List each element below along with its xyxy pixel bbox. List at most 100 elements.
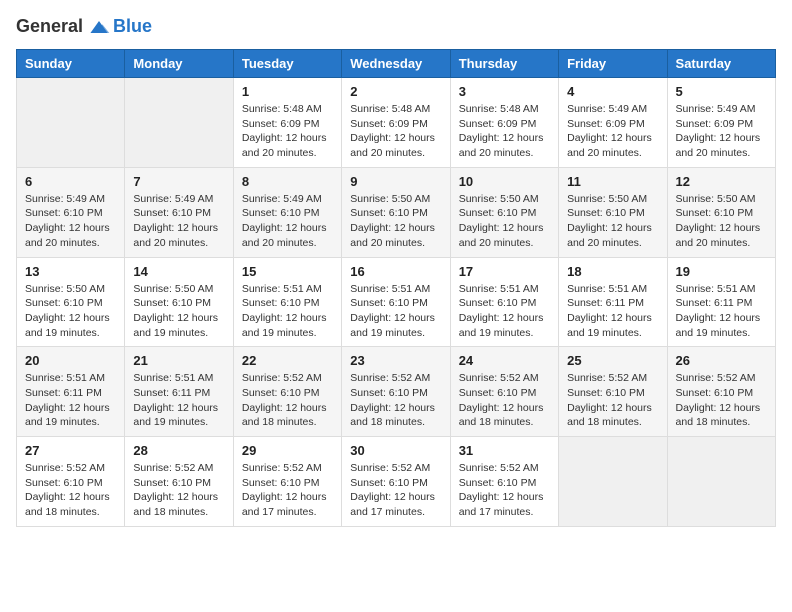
calendar-header-tuesday: Tuesday: [233, 50, 341, 78]
calendar-cell: 23 Sunrise: 5:52 AMSunset: 6:10 PMDayligh…: [342, 347, 450, 437]
day-info: Sunrise: 5:52 AMSunset: 6:10 PMDaylight:…: [459, 461, 550, 520]
calendar-header-wednesday: Wednesday: [342, 50, 450, 78]
calendar-cell: 7 Sunrise: 5:49 AMSunset: 6:10 PMDaylight…: [125, 167, 233, 257]
day-info: Sunrise: 5:52 AMSunset: 6:10 PMDaylight:…: [567, 371, 658, 430]
day-number: 19: [676, 264, 767, 279]
day-info: Sunrise: 5:50 AMSunset: 6:10 PMDaylight:…: [25, 282, 116, 341]
calendar-cell: 3 Sunrise: 5:48 AMSunset: 6:09 PMDaylight…: [450, 78, 558, 168]
calendar-cell: 26 Sunrise: 5:52 AMSunset: 6:10 PMDayligh…: [667, 347, 775, 437]
calendar-cell: 30Sunrise: 5:52 AMSunset: 6:10 PMDayligh…: [342, 437, 450, 527]
day-info: Sunrise: 5:51 AMSunset: 6:11 PMDaylight:…: [567, 282, 658, 341]
day-info: Sunrise: 5:52 AMSunset: 6:10 PMDaylight:…: [133, 461, 224, 520]
day-info: Sunrise: 5:49 AMSunset: 6:09 PMDaylight:…: [676, 102, 767, 161]
day-info: Sunrise: 5:51 AMSunset: 6:11 PMDaylight:…: [133, 371, 224, 430]
day-number: 26: [676, 353, 767, 368]
calendar-cell: [17, 78, 125, 168]
day-number: 2: [350, 84, 441, 99]
day-number: 23: [350, 353, 441, 368]
day-info: Sunrise: 5:48 AMSunset: 6:09 PMDaylight:…: [242, 102, 333, 161]
calendar-cell: 15 Sunrise: 5:51 AMSunset: 6:10 PMDayligh…: [233, 257, 341, 347]
calendar-header-friday: Friday: [559, 50, 667, 78]
calendar-cell: 1 Sunrise: 5:48 AMSunset: 6:09 PMDaylight…: [233, 78, 341, 168]
day-info: Sunrise: 5:48 AMSunset: 6:09 PMDaylight:…: [459, 102, 550, 161]
calendar-header-saturday: Saturday: [667, 50, 775, 78]
calendar-cell: 24 Sunrise: 5:52 AMSunset: 6:10 PMDayligh…: [450, 347, 558, 437]
calendar-cell: [125, 78, 233, 168]
calendar-cell: 4 Sunrise: 5:49 AMSunset: 6:09 PMDaylight…: [559, 78, 667, 168]
calendar-week-5: 27 Sunrise: 5:52 AMSunset: 6:10 PMDayligh…: [17, 437, 776, 527]
day-number: 10: [459, 174, 550, 189]
day-info: Sunrise: 5:51 AMSunset: 6:10 PMDaylight:…: [350, 282, 441, 341]
day-info: Sunrise: 5:51 AMSunset: 6:10 PMDaylight:…: [459, 282, 550, 341]
day-number: 16: [350, 264, 441, 279]
day-info: Sunrise: 5:52 AMSunset: 6:10 PMDaylight:…: [242, 461, 333, 520]
day-info: Sunrise: 5:52 AMSunset: 6:10 PMDaylight:…: [350, 371, 441, 430]
logo-blue: Blue: [113, 16, 152, 37]
calendar-cell: 2 Sunrise: 5:48 AMSunset: 6:09 PMDaylight…: [342, 78, 450, 168]
day-number: 1: [242, 84, 333, 99]
day-info: Sunrise: 5:49 AMSunset: 6:10 PMDaylight:…: [133, 192, 224, 251]
logo-general: General: [16, 16, 83, 37]
day-number: 7: [133, 174, 224, 189]
calendar-cell: 6Sunrise: 5:49 AMSunset: 6:10 PMDaylight…: [17, 167, 125, 257]
day-number: 5: [676, 84, 767, 99]
day-number: 29: [242, 443, 333, 458]
day-number: 20: [25, 353, 116, 368]
day-number: 14: [133, 264, 224, 279]
calendar-cell: 10 Sunrise: 5:50 AMSunset: 6:10 PMDayligh…: [450, 167, 558, 257]
calendar-cell: 5 Sunrise: 5:49 AMSunset: 6:09 PMDaylight…: [667, 78, 775, 168]
calendar-header-monday: Monday: [125, 50, 233, 78]
day-number: 28: [133, 443, 224, 458]
day-info: Sunrise: 5:50 AMSunset: 6:10 PMDaylight:…: [676, 192, 767, 251]
day-number: 27: [25, 443, 116, 458]
day-info: Sunrise: 5:51 AMSunset: 6:11 PMDaylight:…: [25, 371, 116, 430]
day-number: 15: [242, 264, 333, 279]
calendar-cell: 28 Sunrise: 5:52 AMSunset: 6:10 PMDayligh…: [125, 437, 233, 527]
logo-icon: [87, 17, 111, 37]
day-info: Sunrise: 5:49 AMSunset: 6:09 PMDaylight:…: [567, 102, 658, 161]
calendar-cell: 18 Sunrise: 5:51 AMSunset: 6:11 PMDayligh…: [559, 257, 667, 347]
calendar-cell: 8 Sunrise: 5:49 AMSunset: 6:10 PMDaylight…: [233, 167, 341, 257]
day-number: 9: [350, 174, 441, 189]
day-info: Sunrise: 5:50 AMSunset: 6:10 PMDaylight:…: [350, 192, 441, 251]
calendar-week-4: 20 Sunrise: 5:51 AMSunset: 6:11 PMDayligh…: [17, 347, 776, 437]
calendar-week-1: 1 Sunrise: 5:48 AMSunset: 6:09 PMDaylight…: [17, 78, 776, 168]
calendar-week-2: 6 Sunrise: 5:49 AMSunset: 6:10 PMDaylight…: [17, 167, 776, 257]
day-info: Sunrise: 5:51 AMSunset: 6:10 PMDaylight:…: [242, 282, 333, 341]
day-info: Sunrise: 5:49 AMSunset: 6:10 PMDaylight:…: [242, 192, 333, 251]
day-info: Sunrise: 5:48 AMSunset: 6:09 PMDaylight:…: [350, 102, 441, 161]
day-number: 13: [25, 264, 116, 279]
logo: General Blue: [16, 16, 152, 37]
calendar-week-3: 13 Sunrise: 5:50 AMSunset: 6:10 PMDayligh…: [17, 257, 776, 347]
calendar-cell: 31 Sunrise: 5:52 AMSunset: 6:10 PMDayligh…: [450, 437, 558, 527]
calendar-cell: [559, 437, 667, 527]
day-info: Sunrise: 5:50 AMSunset: 6:10 PMDaylight:…: [133, 282, 224, 341]
day-number: 8: [242, 174, 333, 189]
calendar-cell: 29 Sunrise: 5:52 AMSunset: 6:10 PMDayligh…: [233, 437, 341, 527]
calendar-cell: 9 Sunrise: 5:50 AMSunset: 6:10 PMDaylight…: [342, 167, 450, 257]
calendar-cell: 19 Sunrise: 5:51 AMSunset: 6:11 PMDayligh…: [667, 257, 775, 347]
day-number: 21: [133, 353, 224, 368]
day-info: Sunrise: 5:52 AMSunset: 6:10 PMDaylight:…: [676, 371, 767, 430]
calendar-header-sunday: Sunday: [17, 50, 125, 78]
calendar-cell: 16 Sunrise: 5:51 AMSunset: 6:10 PMDayligh…: [342, 257, 450, 347]
day-info: Sunrise: 5:52 AMSunset: 6:10 PMDaylight:…: [242, 371, 333, 430]
calendar-cell: 22Sunrise: 5:52 AMSunset: 6:10 PMDayligh…: [233, 347, 341, 437]
day-number: 31: [459, 443, 550, 458]
calendar-cell: 14 Sunrise: 5:50 AMSunset: 6:10 PMDayligh…: [125, 257, 233, 347]
calendar-header-thursday: Thursday: [450, 50, 558, 78]
day-number: 6: [25, 174, 116, 189]
calendar-cell: 21 Sunrise: 5:51 AMSunset: 6:11 PMDayligh…: [125, 347, 233, 437]
calendar-cell: 25Sunrise: 5:52 AMSunset: 6:10 PMDayligh…: [559, 347, 667, 437]
day-info: Sunrise: 5:50 AMSunset: 6:10 PMDaylight:…: [459, 192, 550, 251]
calendar-cell: [667, 437, 775, 527]
calendar-cell: 13 Sunrise: 5:50 AMSunset: 6:10 PMDayligh…: [17, 257, 125, 347]
calendar-cell: 11Sunrise: 5:50 AMSunset: 6:10 PMDayligh…: [559, 167, 667, 257]
day-info: Sunrise: 5:52 AMSunset: 6:10 PMDaylight:…: [459, 371, 550, 430]
day-number: 24: [459, 353, 550, 368]
day-number: 4: [567, 84, 658, 99]
day-number: 3: [459, 84, 550, 99]
day-number: 18: [567, 264, 658, 279]
day-info: Sunrise: 5:51 AMSunset: 6:11 PMDaylight:…: [676, 282, 767, 341]
day-number: 30: [350, 443, 441, 458]
